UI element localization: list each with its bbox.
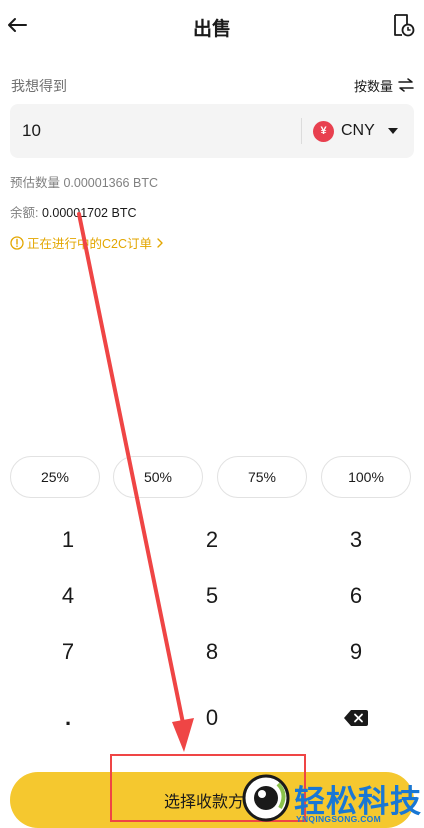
switch-mode-label: 按数量 bbox=[353, 78, 393, 94]
c2c-orders-link[interactable]: 正在进行中的C2C订单 bbox=[10, 233, 165, 252]
key-9[interactable]: 9 bbox=[311, 630, 401, 674]
key-6[interactable]: 6 bbox=[311, 574, 401, 618]
watermark-logo-icon bbox=[242, 774, 290, 822]
key-0[interactable]: 0 bbox=[167, 696, 257, 740]
amount-input[interactable]: 10 bbox=[22, 121, 41, 141]
order-history-icon bbox=[394, 14, 415, 37]
key-2[interactable]: 2 bbox=[167, 518, 257, 562]
balance-text: 余额: 0.00001702 BTC bbox=[10, 202, 136, 221]
warning-circle-icon bbox=[10, 235, 24, 250]
backspace-icon bbox=[344, 710, 368, 726]
sell-page: 出售 我想得到 按数量 10 ¥ CNY 预估数量 0.00001366 BTC bbox=[0, 0, 424, 828]
swap-arrows-icon bbox=[398, 78, 414, 92]
switch-mode-button[interactable]: 按数量 bbox=[354, 74, 414, 96]
estimate-text: 预估数量 0.00001366 BTC bbox=[10, 176, 158, 190]
key-5[interactable]: 5 bbox=[167, 574, 257, 618]
chip-50-percent[interactable]: 50% bbox=[113, 456, 203, 498]
key-3[interactable]: 3 bbox=[311, 518, 401, 562]
key-8[interactable]: 8 bbox=[167, 630, 257, 674]
currency-code: CNY bbox=[341, 122, 375, 139]
chip-25-percent[interactable]: 25% bbox=[10, 456, 100, 498]
c2c-orders-label: 正在进行中的C2C订单 bbox=[27, 237, 153, 251]
watermark-domain: YNQINGSONG.COM bbox=[296, 814, 381, 824]
key-4[interactable]: 4 bbox=[23, 574, 113, 618]
currency-selector[interactable]: ¥ CNY bbox=[313, 118, 398, 144]
key-decimal[interactable]: . bbox=[23, 696, 113, 740]
key-delete[interactable] bbox=[311, 696, 401, 740]
amount-input-box[interactable]: 10 ¥ CNY bbox=[10, 104, 414, 158]
watermark: 轻松科技 YNQINGSONG.COM bbox=[238, 770, 424, 828]
chip-100-percent[interactable]: 100% bbox=[321, 456, 411, 498]
percent-chips: 25% 50% 75% 100% bbox=[10, 456, 414, 500]
top-bar: 出售 bbox=[0, 0, 424, 52]
cny-icon: ¥ bbox=[313, 120, 334, 142]
order-history-button[interactable] bbox=[390, 12, 416, 38]
chip-75-percent[interactable]: 75% bbox=[217, 456, 307, 498]
divider bbox=[301, 118, 302, 144]
key-1[interactable]: 1 bbox=[23, 518, 113, 562]
balance-label: 余额: bbox=[10, 206, 39, 220]
chevron-right-icon bbox=[157, 237, 163, 248]
balance-value: 0.00001702 BTC bbox=[41, 206, 137, 220]
page-title: 出售 bbox=[192, 19, 231, 40]
receive-label: 我想得到 bbox=[11, 78, 67, 94]
key-7[interactable]: 7 bbox=[23, 630, 113, 674]
chevron-down-icon bbox=[387, 128, 398, 134]
